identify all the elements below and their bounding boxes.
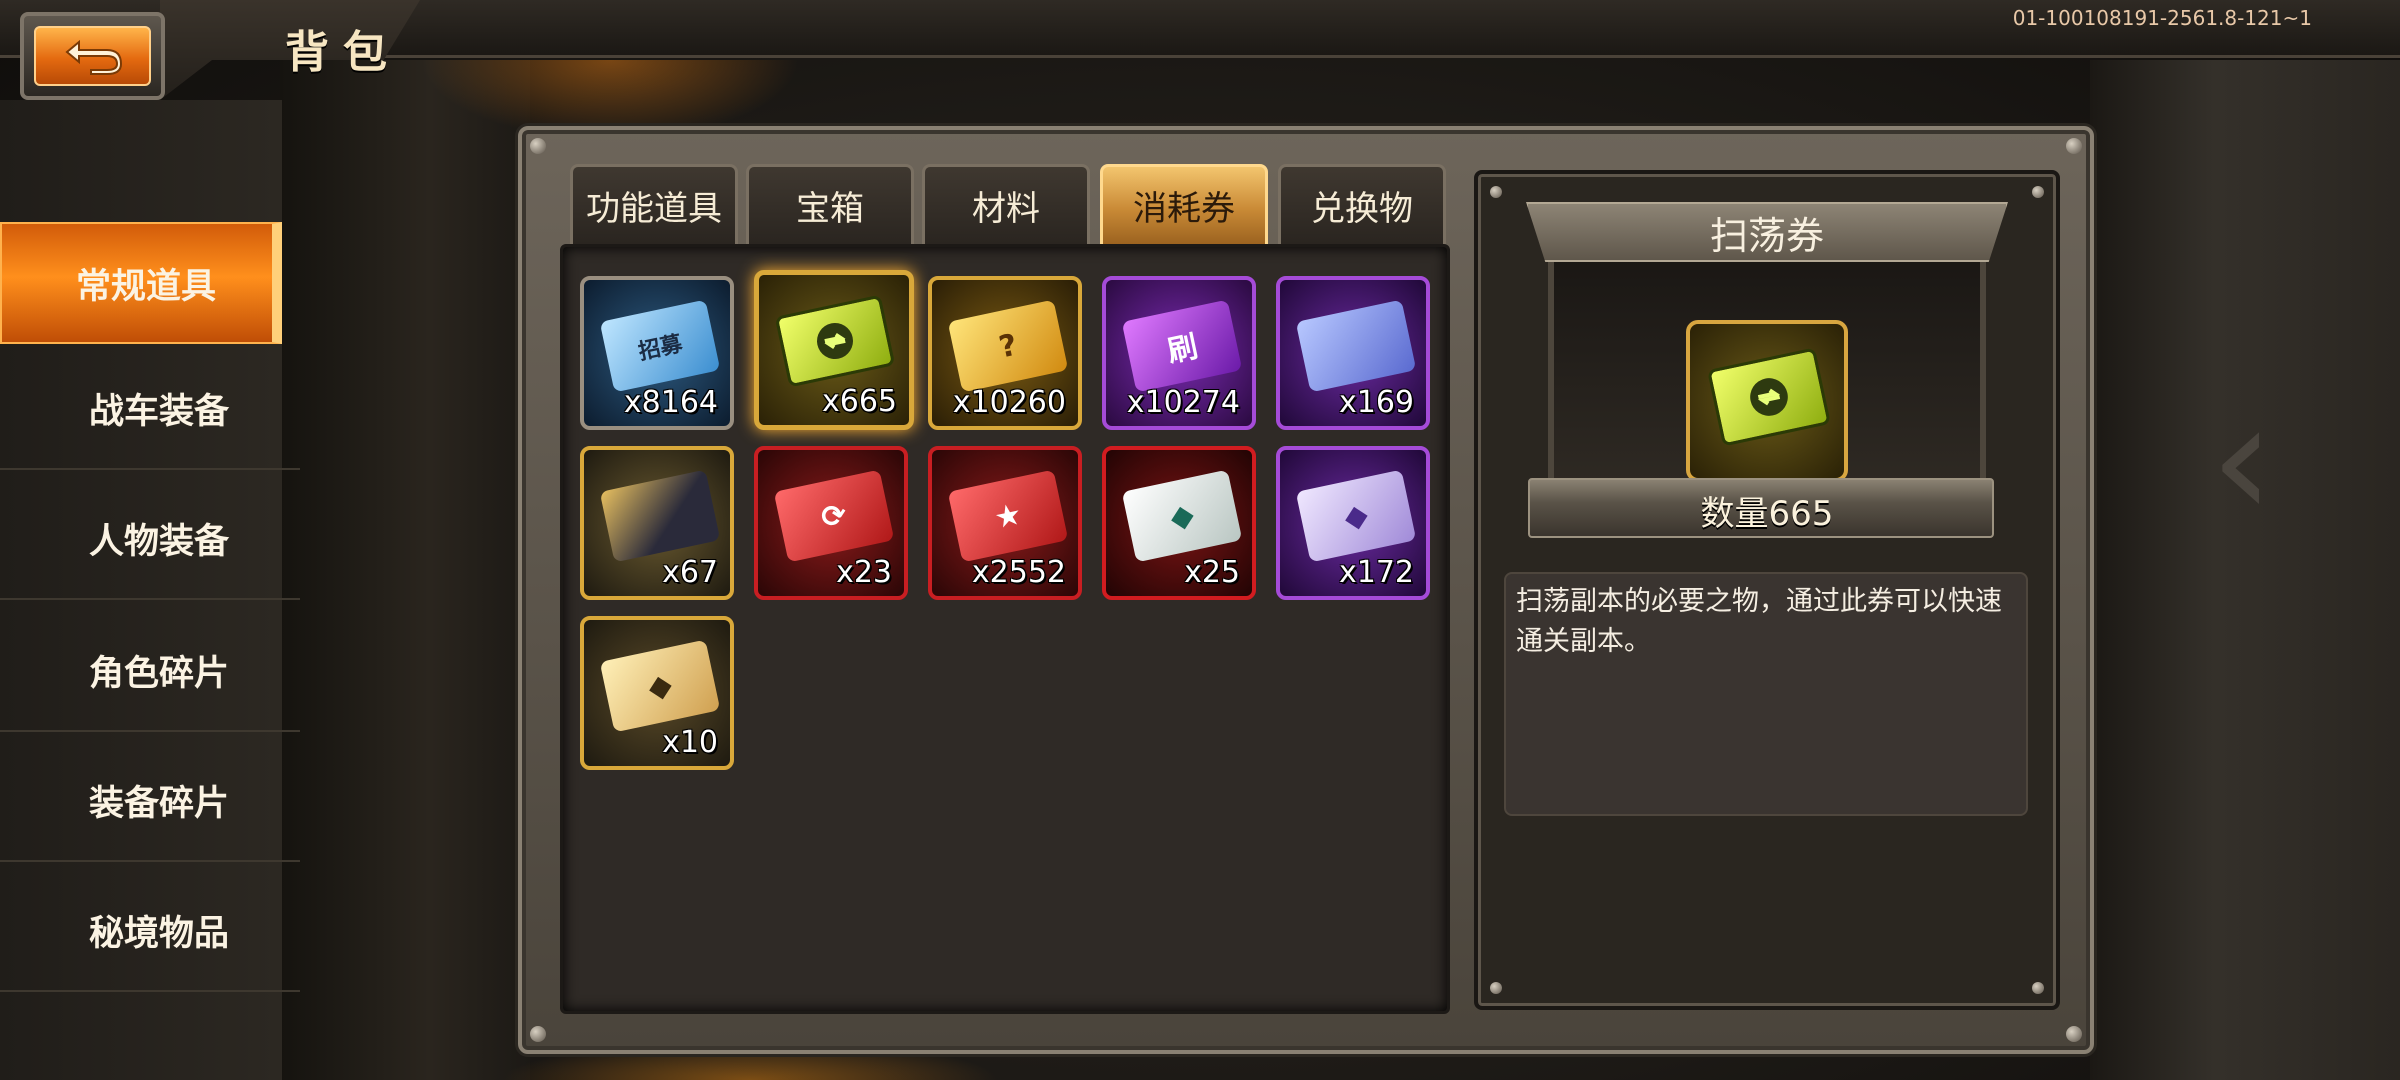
background-wall-right xyxy=(2090,60,2400,1080)
refresh-ticket-purple-icon: 刷 xyxy=(1121,299,1243,393)
page-title: 背包 xyxy=(285,27,401,78)
sweep-ticket-icon xyxy=(1686,320,1848,482)
sidebar-item-regular-items[interactable]: 常规道具 xyxy=(0,222,282,344)
sidebar-item-label: 秘境物品 xyxy=(88,913,229,954)
sidebar-item-label: 战车装备 xyxy=(88,391,229,432)
recruit-ticket-blue-icon: 招募 xyxy=(599,299,721,393)
back-button[interactable] xyxy=(20,12,165,100)
sidebar-item-label: 常规道具 xyxy=(75,266,216,307)
tab-treasure-chests[interactable]: 宝箱 xyxy=(746,164,914,244)
ticket-glyph: 招募 xyxy=(636,331,685,366)
background-chevron-icon: ‹ xyxy=(2210,366,2274,553)
purple-tag-icon xyxy=(1295,299,1417,393)
sidebar-item-secret-realm-items[interactable]: 秘境物品 xyxy=(0,870,300,992)
sidebar-item-label: 人物装备 xyxy=(88,521,229,562)
tab-label: 宝箱 xyxy=(796,189,864,229)
item-quantity: x8164 xyxy=(623,385,718,420)
item-slot-selected[interactable]: x665 xyxy=(754,270,914,430)
rivet-icon xyxy=(1490,982,1502,994)
dark-gold-ticket-icon xyxy=(599,469,721,563)
item-slot[interactable]: ⟳ x23 xyxy=(754,446,908,600)
tab-materials[interactable]: 材料 xyxy=(922,164,1090,244)
build-id-text: 01-100108191-2561.8-121~1 xyxy=(2012,6,2312,30)
red-refresh-ticket-icon: ⟳ xyxy=(773,469,895,563)
rivet-icon xyxy=(530,1026,546,1042)
sidebar-item-equipment-shards[interactable]: 装备碎片 xyxy=(0,740,300,862)
sidebar-item-label: 装备碎片 xyxy=(88,783,229,824)
rivet-icon xyxy=(2066,138,2082,154)
item-description: 扫荡副本的必要之物，通过此券可以快速通关副本。 xyxy=(1504,572,2028,816)
rivet-icon xyxy=(2032,186,2044,198)
item-slot[interactable]: ◆ x25 xyxy=(1102,446,1256,600)
tab-consumable-tickets[interactable]: 消耗券 xyxy=(1100,164,1268,244)
tab-exchange-items[interactable]: 兑换物 xyxy=(1278,164,1446,244)
rivet-icon xyxy=(530,138,546,154)
background-wall-left xyxy=(280,60,530,1080)
recruit-ticket-gold-icon: ? xyxy=(947,299,1069,393)
item-quantity: x10274 xyxy=(1126,385,1240,420)
rivet-icon xyxy=(1490,186,1502,198)
tab-label: 消耗券 xyxy=(1133,189,1235,229)
item-quantity: x172 xyxy=(1338,555,1414,590)
detail-quantity: 数量665 xyxy=(1700,494,1834,534)
red-star-ticket-icon: ★ xyxy=(947,469,1069,563)
item-quantity: x2552 xyxy=(971,555,1066,590)
item-slot[interactable]: ? x10260 xyxy=(928,276,1082,430)
return-arrow-icon xyxy=(34,26,151,86)
rivet-icon xyxy=(2032,982,2044,994)
item-quantity: x169 xyxy=(1338,385,1414,420)
sidebar-item-character-shards[interactable]: 角色碎片 xyxy=(0,610,300,732)
tab-label: 材料 xyxy=(972,189,1040,229)
detail-title: 扫荡券 xyxy=(1526,202,2008,262)
item-slot[interactable]: 刷 x10274 xyxy=(1102,276,1256,430)
item-slot[interactable]: ◆ x10 xyxy=(580,616,734,770)
lavender-chip-ticket-icon: ◆ xyxy=(1295,469,1417,563)
tab-function-items[interactable]: 功能道具 xyxy=(570,164,738,244)
item-quantity: x10260 xyxy=(952,385,1066,420)
item-quantity: x25 xyxy=(1184,555,1240,590)
item-slot[interactable]: x67 xyxy=(580,446,734,600)
item-quantity: x67 xyxy=(662,555,718,590)
item-quantity: x23 xyxy=(836,555,892,590)
item-quantity: x665 xyxy=(821,384,897,419)
item-slot[interactable]: ◆ x172 xyxy=(1276,446,1430,600)
sweep-ticket-icon xyxy=(774,294,896,388)
white-chip-ticket-icon: ◆ xyxy=(1121,469,1243,563)
tab-label: 功能道具 xyxy=(586,189,722,229)
sidebar-item-vehicle-equipment[interactable]: 战车装备 xyxy=(0,348,300,470)
item-slot[interactable]: x169 xyxy=(1276,276,1430,430)
item-slot[interactable]: ★ x2552 xyxy=(928,446,1082,600)
tab-label: 兑换物 xyxy=(1311,189,1413,229)
item-slot[interactable]: 招募 x8164 xyxy=(580,276,734,430)
rivet-icon xyxy=(2066,1026,2082,1042)
gold-chip-ticket-icon: ◆ xyxy=(599,639,721,733)
ticket-glyph: 刷 xyxy=(1164,329,1202,370)
sidebar-item-label: 角色碎片 xyxy=(88,653,229,694)
sidebar-item-character-equipment[interactable]: 人物装备 xyxy=(0,478,300,600)
item-quantity: x10 xyxy=(662,725,718,760)
